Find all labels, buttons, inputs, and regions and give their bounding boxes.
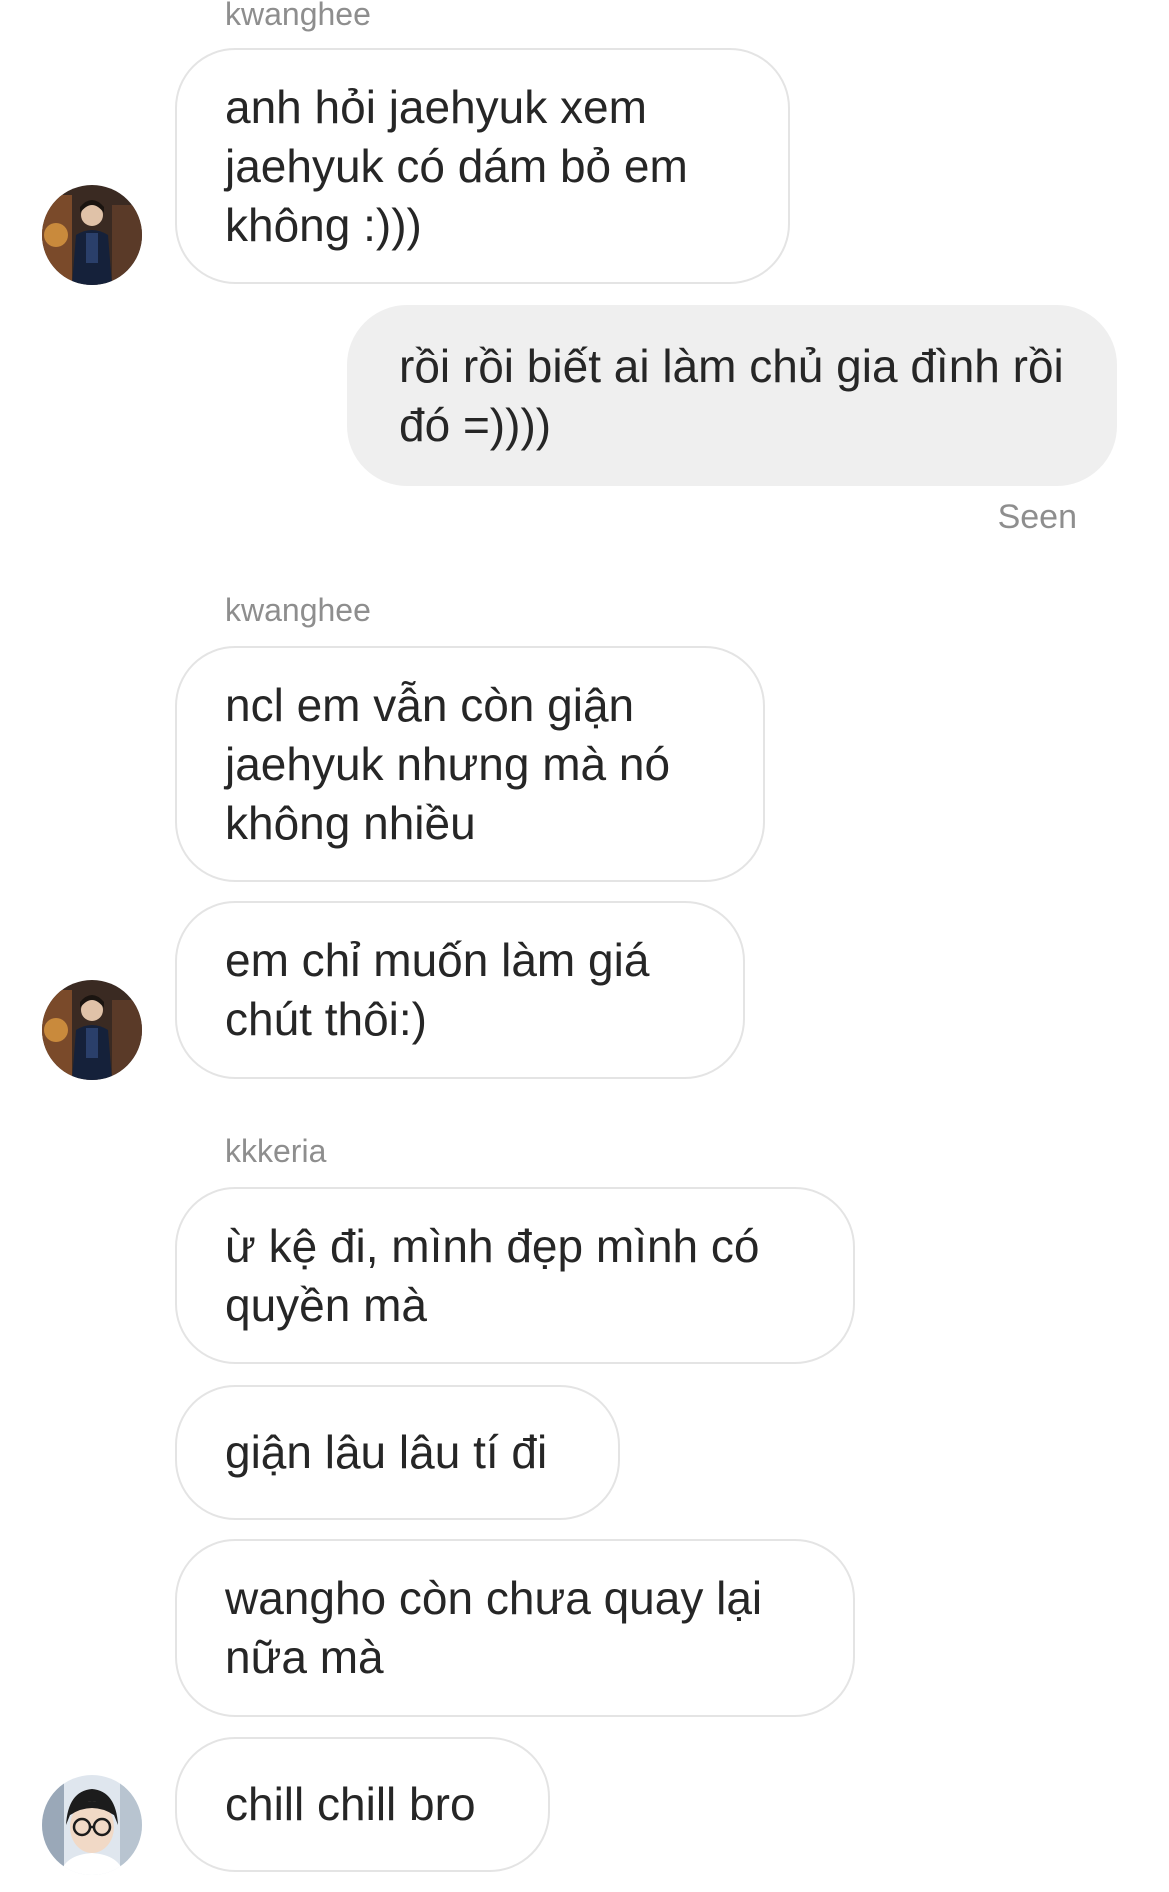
avatar-kwanghee[interactable] (42, 185, 142, 285)
message-text: ừ kệ đi, mình đẹp mình có quyền mà (225, 1219, 760, 1331)
message-bubble-sent[interactable]: rồi rồi biết ai làm chủ gia đình rồi đó … (347, 305, 1117, 486)
avatar-kwanghee[interactable] (42, 980, 142, 1080)
message-bubble-received[interactable]: ừ kệ đi, mình đẹp mình có quyền mà (175, 1187, 855, 1364)
avatar-kkkeria[interactable] (42, 1775, 142, 1875)
message-text: chill chill bro (225, 1778, 476, 1830)
seen-status: Seen (997, 498, 1077, 536)
message-text: rồi rồi biết ai làm chủ gia đình rồi đó … (399, 339, 1064, 451)
message-text: anh hỏi jaehyuk xem jaehyuk có dám bỏ em… (225, 80, 688, 251)
message-text: ncl em vẫn còn giận jaehyuk nhưng mà nó … (225, 678, 671, 849)
sender-label: kwanghee (225, 592, 371, 628)
message-text: em chỉ muốn làm giá chút thôi:) (225, 934, 650, 1045)
message-bubble-received[interactable]: anh hỏi jaehyuk xem jaehyuk có dám bỏ em… (175, 48, 790, 284)
sender-label: kwanghee (225, 0, 371, 32)
sender-label: kkkeria (225, 1133, 327, 1169)
profile-photo-icon (42, 1775, 142, 1875)
message-bubble-received[interactable]: ncl em vẫn còn giận jaehyuk nhưng mà nó … (175, 646, 765, 882)
profile-photo-icon (42, 980, 142, 1080)
message-bubble-received[interactable]: em chỉ muốn làm giá chút thôi:) (175, 901, 745, 1079)
message-text: wangho còn chưa quay lại nữa mà (225, 1572, 763, 1683)
profile-photo-icon (42, 185, 142, 285)
message-bubble-received[interactable]: chill chill bro (175, 1737, 550, 1872)
message-text: giận lâu lâu tí đi (225, 1426, 548, 1478)
message-bubble-received[interactable]: giận lâu lâu tí đi (175, 1385, 620, 1520)
message-bubble-received[interactable]: wangho còn chưa quay lại nữa mà (175, 1539, 855, 1717)
